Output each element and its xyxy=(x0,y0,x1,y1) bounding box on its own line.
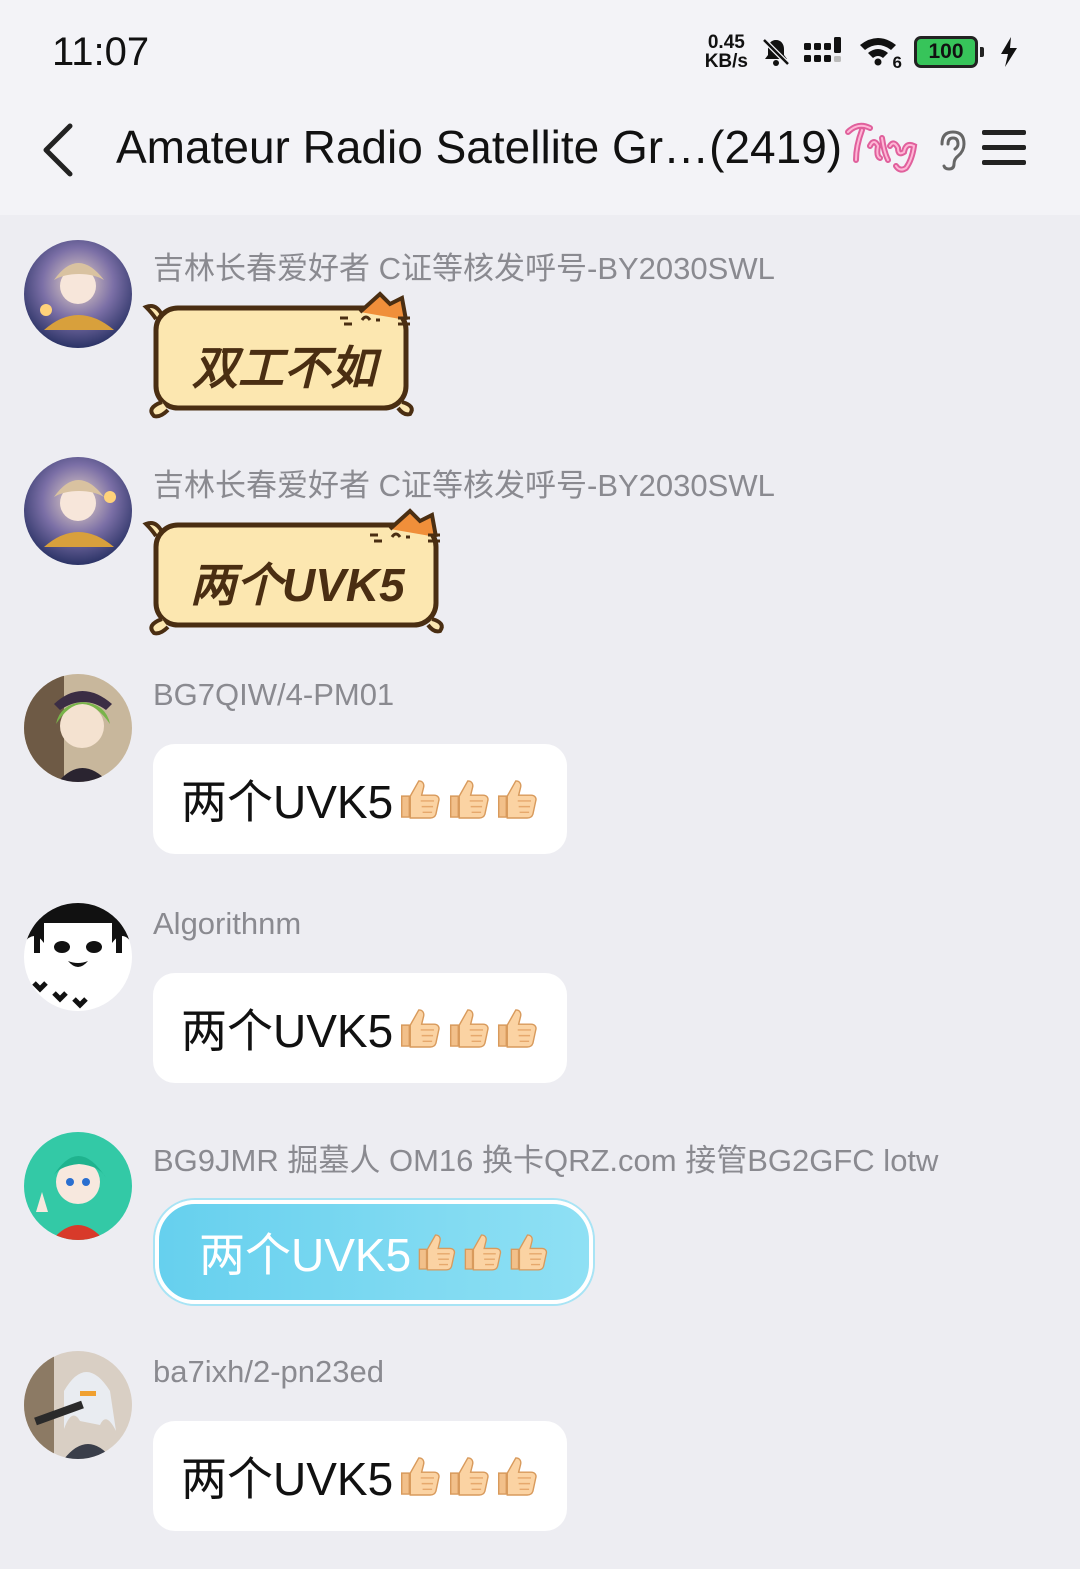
message-bubble[interactable]: 两个UVK5 xyxy=(153,1421,567,1531)
network-speed: 0.45 KB/s xyxy=(705,33,748,71)
avatar[interactable] xyxy=(24,240,132,348)
sender-name: BG7QIW/4-PM01 xyxy=(153,677,395,712)
thumbs-up-icon xyxy=(493,1453,539,1499)
group-title[interactable]: Amateur Radio Satellite Gr…(2419) xyxy=(116,120,842,174)
message-bubble[interactable]: 两个UVK5 xyxy=(155,1200,593,1304)
avatar[interactable] xyxy=(24,674,132,782)
avatar[interactable] xyxy=(24,1132,132,1240)
battery-indicator: 100 xyxy=(914,36,984,68)
avatar[interactable] xyxy=(24,1351,132,1459)
sticker-bubble[interactable]: 双工不如 xyxy=(140,290,420,420)
message-text: 两个UVK5 xyxy=(181,1453,394,1505)
avatar[interactable] xyxy=(24,903,132,1011)
avatar[interactable] xyxy=(24,457,132,565)
message-text: 两个UVK5 xyxy=(181,776,394,828)
sender-name: BG9JMR 掘墓人 OM16 换卡QRZ.com 接管BG2GFC lotw xyxy=(153,1143,939,1178)
thumbs-up-icon xyxy=(460,1229,503,1275)
back-button[interactable] xyxy=(36,120,86,180)
thumbs-up-icon xyxy=(396,776,442,822)
thumbs-up-icon xyxy=(493,776,539,822)
thumbs-up-icon xyxy=(445,776,491,822)
thumbs-up-icon xyxy=(445,1005,491,1051)
message-bubble[interactable]: 两个UVK5 xyxy=(153,973,567,1083)
wifi-label: 6 xyxy=(892,53,902,72)
mute-bell-icon xyxy=(762,38,790,66)
message-bubble[interactable]: 两个UVK5 xyxy=(153,744,567,854)
thumbs-up-icon xyxy=(396,1005,442,1051)
message-text: 两个UVK5 xyxy=(199,1229,412,1281)
sticker-bubble[interactable]: 两个UVK5 xyxy=(140,507,450,637)
message-text: 双工不如 xyxy=(192,342,376,394)
thumbs-up-icon xyxy=(493,1005,539,1051)
charging-bolt-icon xyxy=(1001,37,1017,67)
signal-icon xyxy=(804,37,841,62)
thumbs-up-icon xyxy=(445,1453,491,1499)
network-speed-value: 0.45 xyxy=(707,32,745,53)
sender-name: Algorithnm xyxy=(153,906,302,941)
thumbs-up-icon xyxy=(414,1229,457,1275)
message-text: 两个UVK5 xyxy=(181,1005,394,1057)
network-speed-unit: KB/s xyxy=(704,51,748,72)
sender-name: ba7ixh/2-pn23ed xyxy=(153,1354,384,1389)
chat-header: Amateur Radio Satellite Gr…(2419) xyxy=(0,100,1080,215)
thumbs-up-icon xyxy=(396,1453,442,1499)
status-icons: 0.45 KB/s 6 100 xyxy=(705,30,1020,74)
message-text: 两个UVK5 xyxy=(190,559,405,611)
bilibili-badge-icon[interactable] xyxy=(844,118,924,178)
ear-icon[interactable] xyxy=(934,128,968,172)
status-time: 11:07 xyxy=(52,30,150,74)
wifi-indicator: 6 xyxy=(858,35,902,72)
sender-name: 吉林长春爱好者 C证等核发呼号-BY2030SWL xyxy=(153,251,775,286)
sender-name: 吉林长春爱好者 C证等核发呼号-BY2030SWL xyxy=(153,468,775,503)
status-bar: 11:07 0.45 KB/s 6 100 xyxy=(0,0,1080,100)
thumbs-up-icon xyxy=(506,1229,549,1275)
menu-button[interactable] xyxy=(980,126,1028,170)
